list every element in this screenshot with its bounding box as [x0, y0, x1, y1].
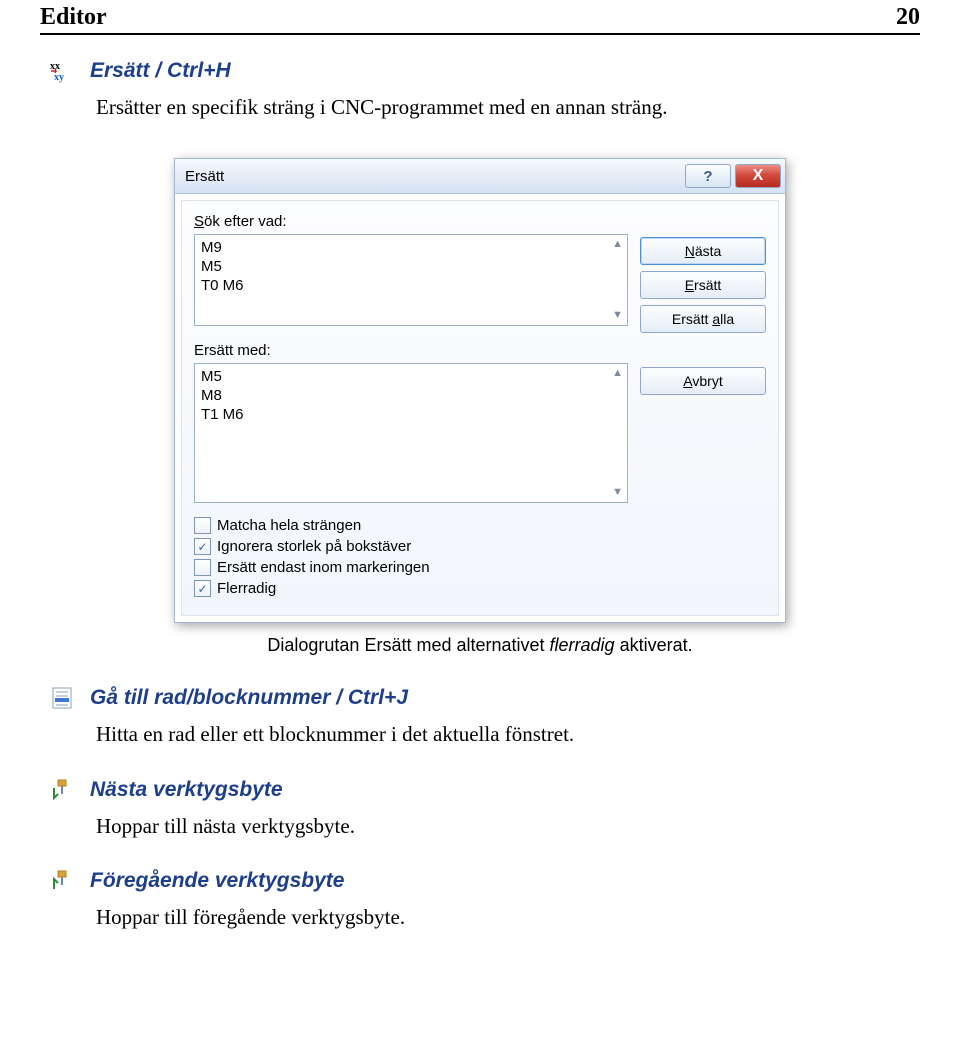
section-replace: xx xy Ersätt / Ctrl+H Ersätter en specif… [40, 59, 920, 122]
dialog-titlebar: Ersätt ? X [175, 159, 785, 194]
checkbox-box: ✓ [194, 538, 211, 555]
section-next-toolchange: Nästa verktygsbyte Hoppar till nästa ver… [40, 778, 920, 841]
search-input[interactable]: M9 M5 T0 M6 ▲ ▼ [194, 234, 628, 326]
dialog-title: Ersätt [185, 168, 681, 185]
section-goto-line: Gå till rad/blocknummer / Ctrl+J Hitta e… [40, 686, 920, 749]
checkbox-match-whole[interactable]: Matcha hela strängen [194, 517, 628, 534]
section-body: Hoppar till nästa verktygsbyte. [96, 812, 920, 841]
replace-input[interactable]: M5 M8 T1 M6 ▲ ▼ [194, 363, 628, 503]
header-page-number: 20 [896, 4, 920, 31]
scroll-down-icon[interactable]: ▼ [612, 487, 623, 498]
replace-label: Ersätt med: [194, 342, 628, 359]
checkbox-box [194, 517, 211, 534]
scroll-up-icon[interactable]: ▲ [612, 368, 623, 379]
close-button[interactable]: X [735, 164, 781, 188]
replace-button[interactable]: Ersätt [640, 271, 766, 299]
scroll-down-icon[interactable]: ▼ [612, 310, 623, 321]
cancel-button[interactable]: Avbryt [640, 367, 766, 395]
checkbox-ignore-case[interactable]: ✓ Ignorera storlek på bokstäver [194, 538, 628, 555]
goto-line-icon [50, 686, 78, 710]
close-icon: X [753, 167, 764, 185]
replace-all-button[interactable]: Ersätt alla [640, 305, 766, 333]
checkbox-box: ✓ [194, 580, 211, 597]
section-title: Gå till rad/blocknummer / Ctrl+J [90, 686, 408, 710]
search-label: Sök efter vad: [194, 213, 628, 230]
section-body: Hitta en rad eller ett blocknummer i det… [96, 720, 920, 749]
replace-dialog: Ersätt ? X Sök efter vad: M9 M5 T0 M6 ▲ [174, 158, 786, 623]
prev-toolchange-icon [50, 869, 78, 893]
figure-caption: Dialogrutan Ersätt med alternativet fler… [40, 635, 920, 656]
next-button[interactable]: Nästa [640, 237, 766, 265]
page-header: Editor 20 [40, 4, 920, 35]
scroll-up-icon[interactable]: ▲ [612, 239, 623, 250]
checkbox-selection-only[interactable]: Ersätt endast inom markeringen [194, 559, 628, 576]
svg-text:xy: xy [54, 72, 64, 83]
section-prev-toolchange: Föregående verktygsbyte Hoppar till före… [40, 869, 920, 932]
section-body: Ersätter en specifik sträng i CNC-progra… [96, 93, 920, 122]
help-button[interactable]: ? [685, 164, 731, 188]
header-left: Editor [40, 4, 107, 31]
section-title: Föregående verktygsbyte [90, 869, 344, 893]
checkbox-multiline[interactable]: ✓ Flerradig [194, 580, 628, 597]
help-icon: ? [703, 168, 712, 185]
section-title: Nästa verktygsbyte [90, 778, 283, 802]
section-title: Ersätt / Ctrl+H [90, 59, 231, 83]
section-body: Hoppar till föregående verktygsbyte. [96, 903, 920, 932]
replace-icon: xx xy [50, 59, 78, 83]
checkbox-box [194, 559, 211, 576]
next-toolchange-icon [50, 778, 78, 802]
